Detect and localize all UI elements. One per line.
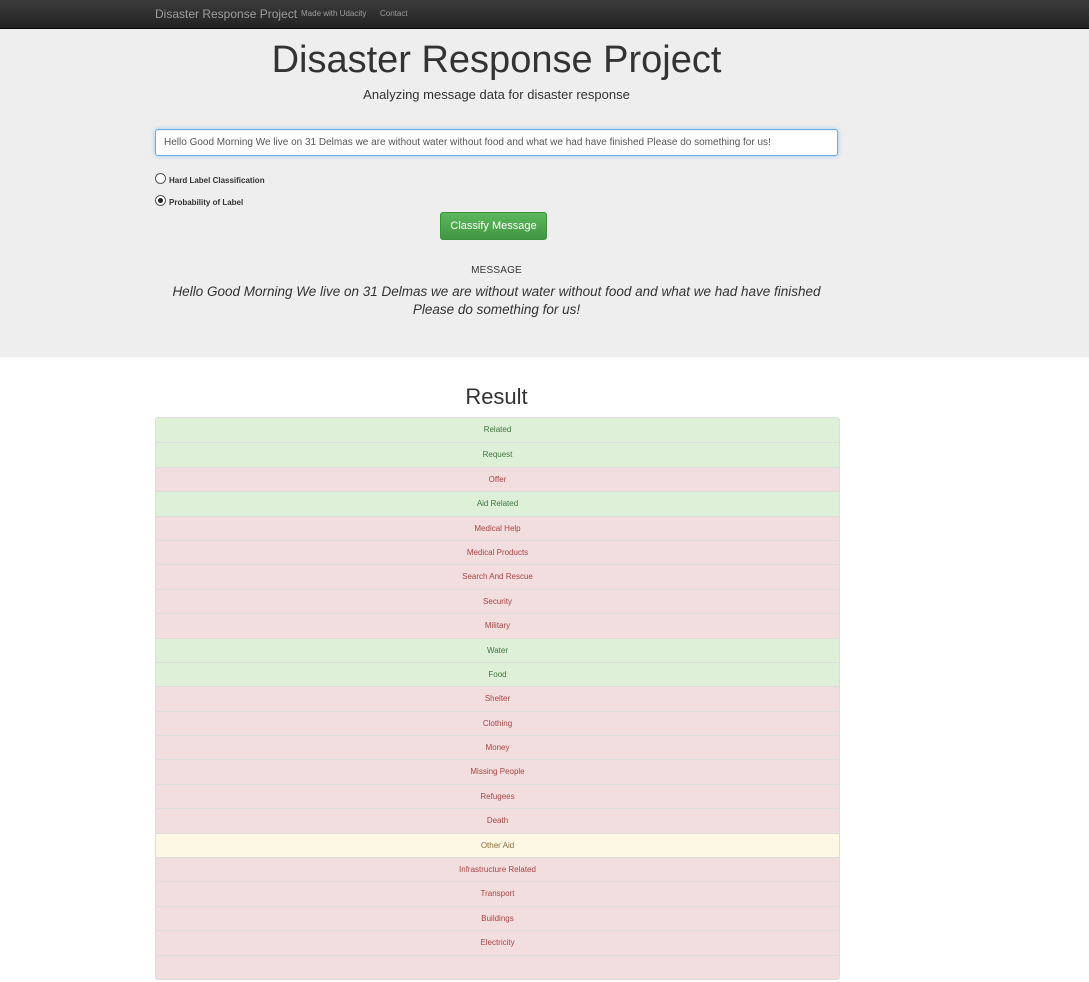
result-item: Electricity bbox=[156, 930, 839, 955]
option-hard-label[interactable]: Hard Label Classification bbox=[155, 171, 265, 185]
nav-link-udacity[interactable]: Made with Udacity bbox=[301, 9, 366, 18]
jumbotron: Disaster Response Project Analyzing mess… bbox=[0, 29, 1089, 357]
page-subtitle: Analyzing message data for disaster resp… bbox=[363, 87, 630, 102]
result-item: Security bbox=[156, 588, 839, 614]
result-item: Clothing bbox=[156, 710, 839, 736]
classify-message-button[interactable]: Classify Message bbox=[440, 212, 547, 240]
result-item: Offer bbox=[156, 466, 839, 492]
result-item: Other Aid bbox=[156, 832, 839, 858]
result-item: Shelter bbox=[156, 686, 839, 711]
message-text: Hello Good Morning We live on 31 Delmas … bbox=[172, 284, 821, 317]
result-item: Medical Help bbox=[156, 515, 839, 540]
radio-hard-label[interactable] bbox=[155, 172, 166, 184]
result-title: Result bbox=[465, 384, 528, 409]
result-item: Refugees bbox=[156, 783, 839, 809]
radio-probability[interactable] bbox=[155, 194, 166, 206]
result-item: Water bbox=[156, 637, 839, 662]
radio-label-hard-label: Hard Label Classification bbox=[169, 175, 265, 185]
result-list: Related Request Offer Aid Related Medical He… bbox=[155, 417, 840, 980]
nav-link-contact[interactable]: Contact bbox=[380, 9, 408, 18]
result-item: Money bbox=[156, 735, 839, 760]
message-heading: MESSAGE bbox=[471, 265, 522, 276]
result-item: Aid Related bbox=[156, 491, 839, 516]
option-probability[interactable]: Probability of Label bbox=[155, 193, 243, 207]
result-item: Death bbox=[156, 808, 839, 833]
result-item bbox=[156, 954, 839, 979]
result-item: Related bbox=[156, 418, 839, 443]
page-title: Disaster Response Project bbox=[271, 39, 722, 81]
result-item: Buildings bbox=[156, 905, 839, 931]
top-navbar: Disaster Response Project Made with Udac… bbox=[0, 0, 1089, 29]
navbar-brand[interactable]: Disaster Response Project bbox=[155, 7, 297, 21]
result-item: Infrastructure Related bbox=[156, 857, 839, 882]
radio-label-probability: Probability of Label bbox=[169, 197, 244, 207]
result-item: Request bbox=[156, 442, 839, 467]
result-item: Search And Rescue bbox=[156, 564, 839, 589]
result-item: Transport bbox=[156, 881, 839, 906]
result-item: Missing People bbox=[156, 759, 839, 784]
message-query-input[interactable]: Hello Good Morning We live on 31 Delmas … bbox=[155, 129, 838, 156]
result-item: Military bbox=[156, 613, 839, 638]
result-item: Food bbox=[156, 661, 839, 687]
result-item: Medical Products bbox=[156, 539, 839, 565]
